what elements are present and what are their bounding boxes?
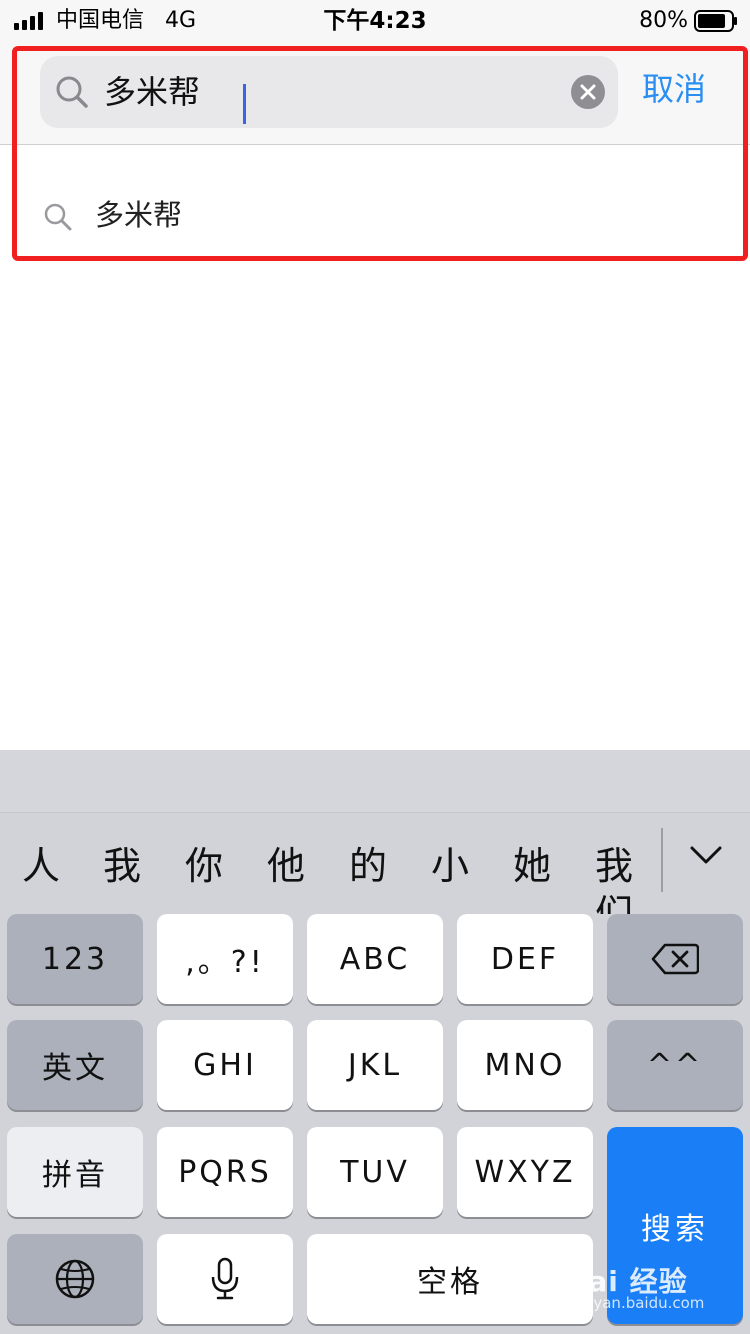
candidate-item[interactable]: 你 (185, 842, 223, 890)
keyboard: 人 我 你 他 的 小 她 我们 123 ,。?! ABC DEF 英文 GHI… (0, 750, 750, 1334)
key-ghi[interactable]: GHI (157, 1020, 293, 1110)
candidate-item[interactable]: 我 (103, 842, 141, 890)
key-abc[interactable]: ABC (307, 914, 443, 1004)
space-key[interactable]: 空格 (307, 1234, 593, 1324)
search-icon (56, 76, 88, 108)
key-123[interactable]: 123 (7, 914, 143, 1004)
search-input[interactable]: 多米帮 (104, 66, 200, 118)
globe-icon (55, 1259, 95, 1299)
key-tuv[interactable]: TUV (307, 1127, 443, 1217)
candidate-item[interactable]: 小 (431, 842, 469, 890)
candidate-bar: 人 我 你 他 的 小 她 我们 (0, 814, 660, 914)
status-bar: 中国电信 4G 下午4:23 80% (0, 0, 750, 42)
suggestion-item[interactable]: 多米帮 (0, 185, 750, 247)
candidate-divider (661, 828, 663, 892)
candidate-item[interactable]: 她 (513, 842, 551, 890)
delete-button[interactable] (607, 914, 743, 1004)
key-emoticon[interactable]: ^^ (607, 1020, 743, 1110)
key-mno[interactable]: MNO (457, 1020, 593, 1110)
text-cursor (243, 84, 246, 124)
backspace-icon (651, 943, 699, 975)
dictation-button[interactable] (157, 1234, 293, 1324)
microphone-icon (211, 1257, 239, 1300)
search-field[interactable]: 多米帮 (40, 56, 618, 128)
cancel-button[interactable]: 取消 (642, 68, 706, 110)
chevron-down-icon[interactable] (686, 840, 726, 870)
suggestion-label: 多米帮 (95, 198, 183, 232)
keyboard-top-strip (0, 750, 750, 813)
search-icon (44, 203, 72, 231)
battery-percentage: 80% (639, 8, 688, 33)
clear-icon[interactable] (571, 75, 605, 109)
search-header: 多米帮 取消 (0, 42, 750, 145)
candidate-item[interactable]: 的 (349, 842, 387, 890)
key-def[interactable]: DEF (457, 914, 593, 1004)
candidate-item[interactable]: 他 (267, 842, 305, 890)
status-time: 下午4:23 (323, 8, 427, 34)
key-english[interactable]: 英文 (7, 1020, 143, 1110)
candidate-item[interactable]: 人 (22, 842, 60, 890)
key-punctuation[interactable]: ,。?! (157, 914, 293, 1004)
search-key[interactable]: 搜索 (607, 1127, 743, 1324)
key-pqrs[interactable]: PQRS (157, 1127, 293, 1217)
key-pinyin[interactable]: 拼音 (7, 1127, 143, 1217)
globe-button[interactable] (7, 1234, 143, 1324)
key-jkl[interactable]: JKL (307, 1020, 443, 1110)
candidate-item[interactable]: 我们 (595, 842, 660, 914)
key-wxyz[interactable]: WXYZ (457, 1127, 593, 1217)
battery-icon (694, 10, 737, 32)
